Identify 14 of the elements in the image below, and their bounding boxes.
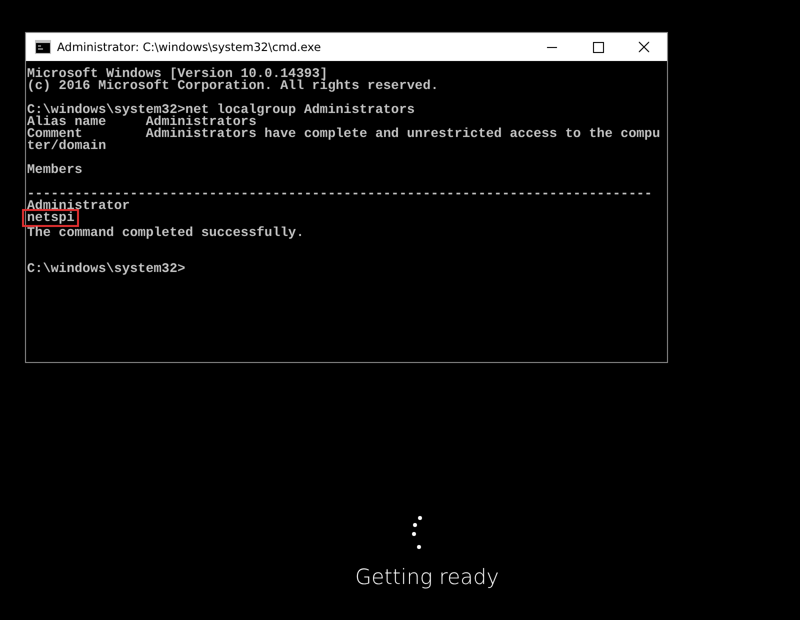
- console-line: Microsoft Windows [Version 10.0.14393]: [27, 68, 328, 80]
- console-line: C:\windows\system32>: [27, 263, 186, 275]
- console-line: Alias name Administrators: [27, 116, 256, 128]
- console-icon: [35, 40, 51, 54]
- console-line: (c) 2016 Microsoft Corporation. All rights reserved.: [27, 80, 439, 92]
- console-line: Members: [27, 164, 82, 176]
- window-title: Administrator: C:\windows\system32\cmd.exe: [57, 40, 321, 54]
- status-text: Getting ready: [355, 565, 499, 589]
- console-line: Administrator: [27, 200, 130, 212]
- console-line: -------------------------------------------------------------------------------: [27, 188, 652, 200]
- console-line: The command completed successfully.: [27, 227, 304, 239]
- console-line: C:\windows\system32>net localgroup Administrators: [27, 104, 415, 116]
- console-line: Comment Administrators have complete and unrestricted access to the compu: [27, 128, 660, 140]
- console-line: ter/domain: [27, 140, 106, 152]
